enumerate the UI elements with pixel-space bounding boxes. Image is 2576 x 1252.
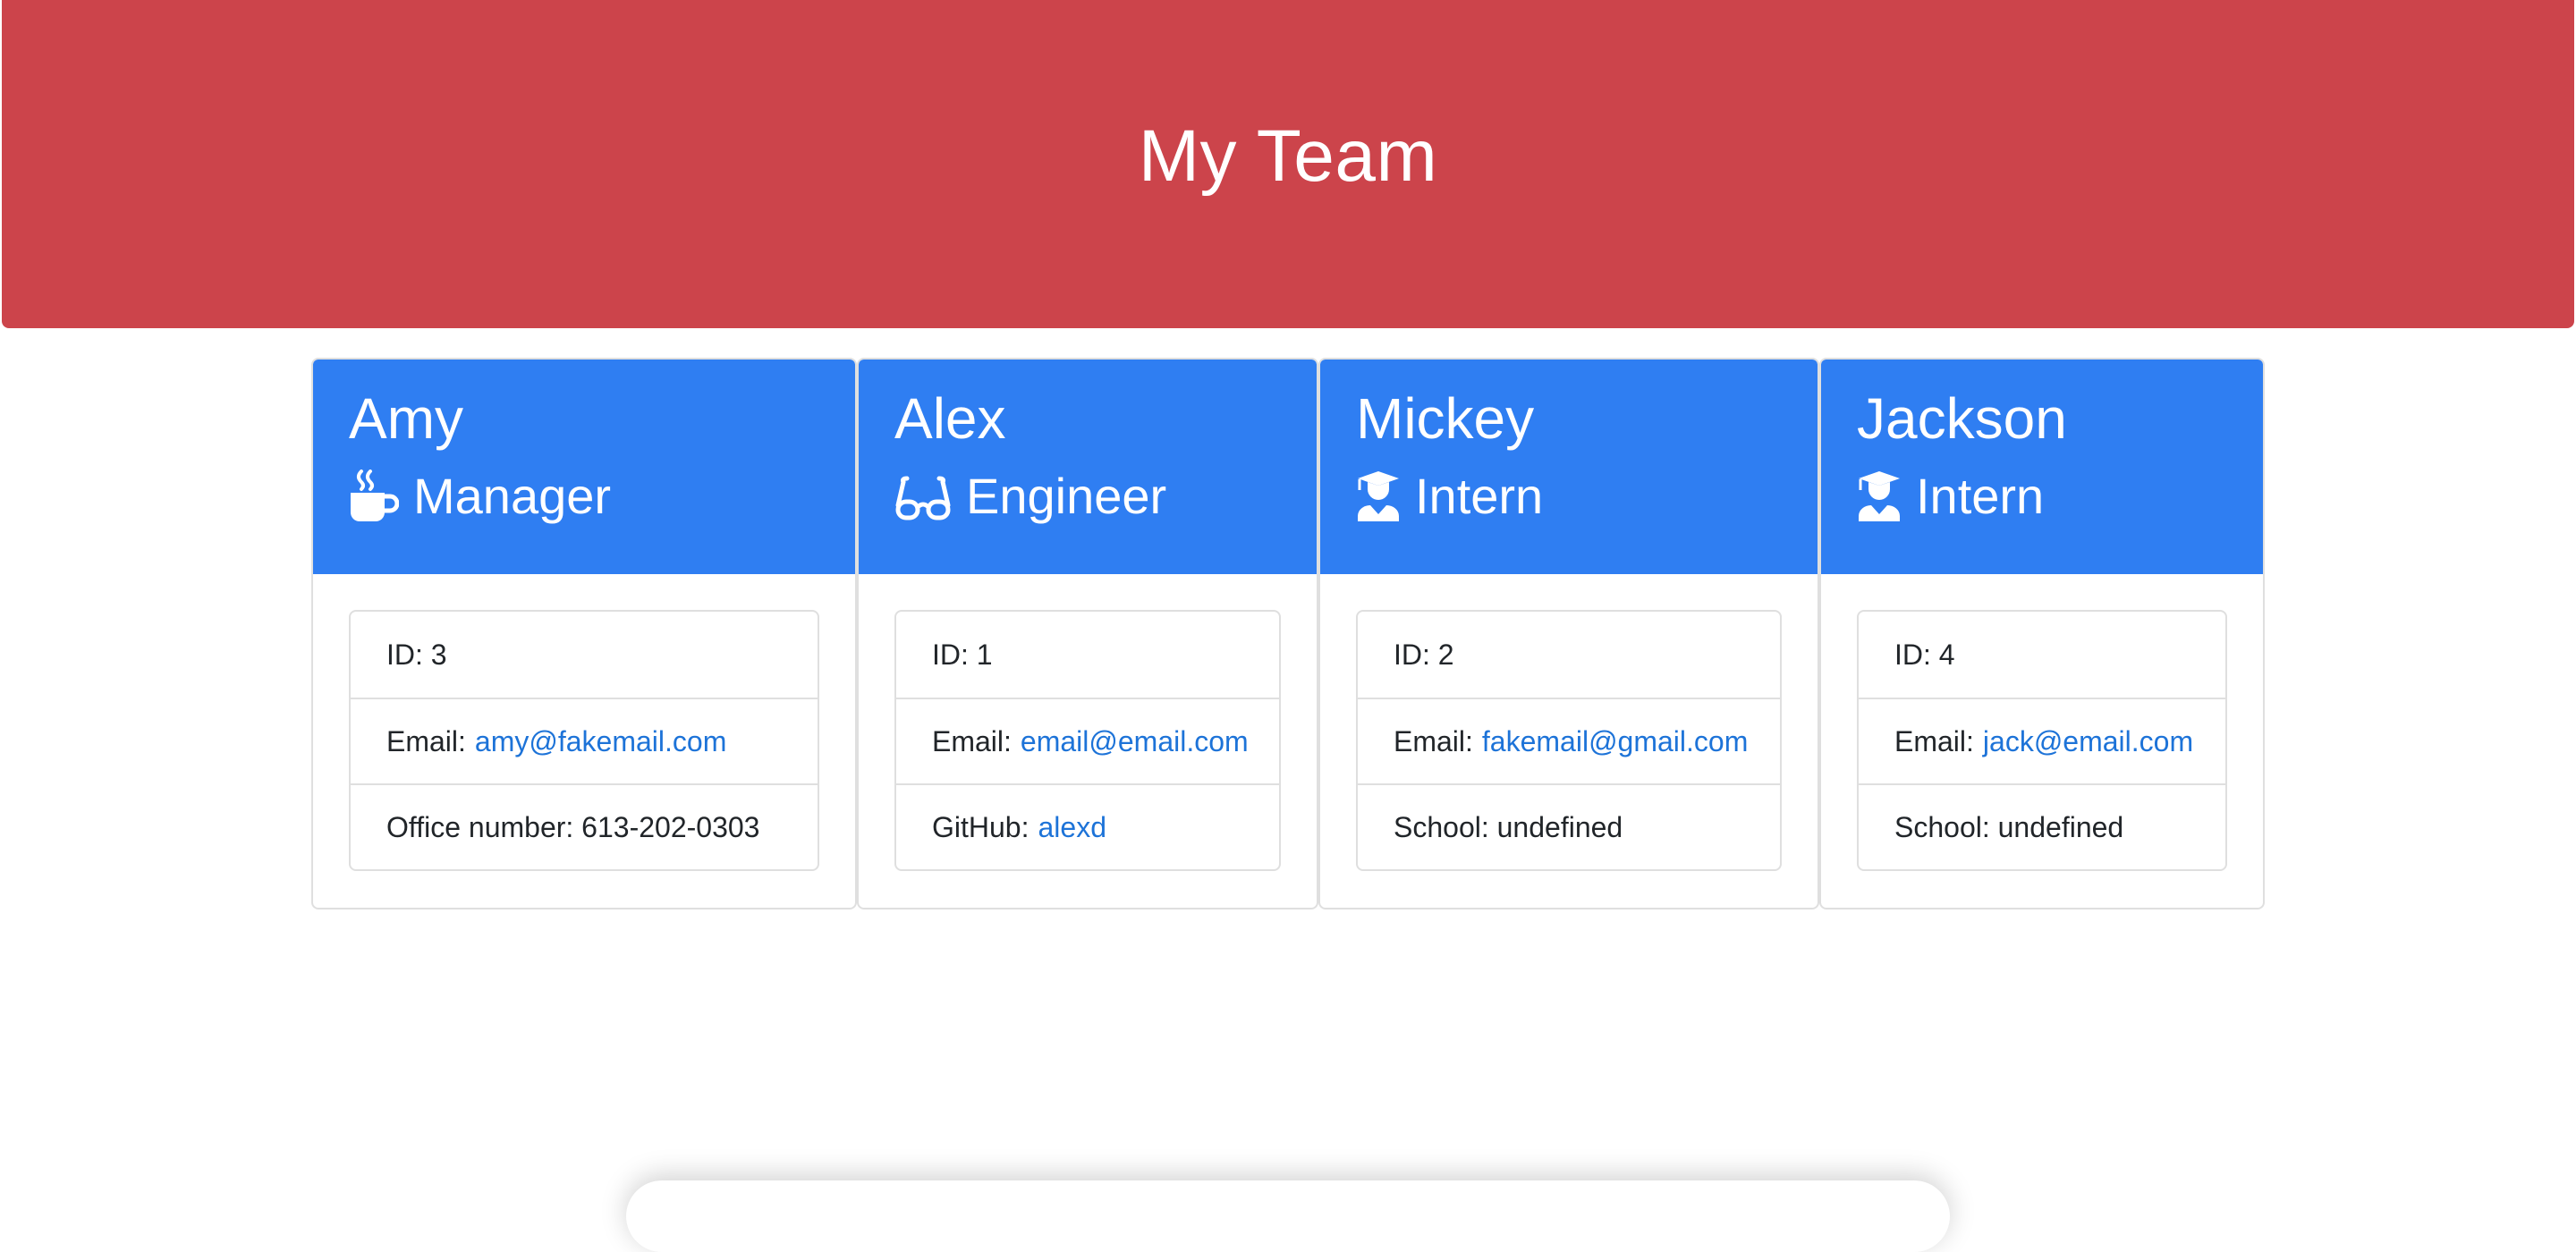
email-link[interactable]: email@email.com [1021, 725, 1249, 758]
card-header: Alex Engineer [859, 360, 1317, 574]
email-link[interactable]: fakemail@gmail.com [1482, 725, 1748, 758]
github-label: GitHub: [932, 810, 1030, 843]
employee-details: ID: 2 Email: fakemail@gmail.com School: … [1356, 610, 1782, 871]
employee-id: ID: 4 [1894, 638, 1955, 671]
office-number: Office number: 613-202-0303 [351, 783, 818, 869]
employee-id: ID: 2 [1394, 638, 1454, 671]
employee-name: Mickey [1356, 386, 1535, 451]
card-header: Mickey Intern [1320, 360, 1818, 574]
card-body: ID: 3 Email: amy@fakemail.com Office num… [313, 574, 855, 907]
employee-name: Jackson [1857, 386, 2067, 451]
glasses-icon [894, 470, 952, 523]
email-label: Email: [1894, 724, 1974, 757]
employee-id: ID: 1 [932, 638, 993, 671]
email-label: Email: [386, 724, 466, 757]
employee-name: Alex [894, 386, 1006, 451]
graduate-icon [1356, 470, 1401, 523]
employee-role-label: Intern [1415, 468, 1544, 524]
card-body: ID: 1 Email: email@email.com GitHub: ale… [859, 574, 1317, 907]
employee-role-label: Manager [413, 468, 612, 524]
card-body: ID: 2 Email: fakemail@gmail.com School: … [1320, 574, 1818, 907]
employee-details: ID: 3 Email: amy@fakemail.com Office num… [349, 610, 819, 871]
employee-card-manager: Amy Manager ID: 3 Email: amy@fakemail.co… [311, 358, 857, 909]
page-title: My Team [1138, 115, 1438, 197]
bottom-shadow-overlay [626, 1180, 1950, 1252]
card-body: ID: 4 Email: jack@email.com School: unde… [1821, 574, 2263, 907]
employee-name: Amy [349, 386, 463, 451]
graduate-icon [1857, 470, 1902, 523]
employee-card-intern: Jackson Intern ID: 4 Email: jack@email.c… [1819, 358, 2265, 909]
employee-role: Engineer [894, 467, 1317, 526]
header-banner: My Team [2, 0, 2574, 328]
employee-role-label: Intern [1916, 468, 2045, 524]
employee-role: Intern [1356, 467, 1818, 526]
mug-icon [349, 470, 399, 523]
employee-role: Intern [1857, 467, 2263, 526]
email-link[interactable]: jack@email.com [1983, 725, 2193, 758]
email-link[interactable]: amy@fakemail.com [475, 725, 726, 758]
email-label: Email: [932, 724, 1012, 757]
employee-email-row: Email: fakemail@gmail.com [1358, 698, 1780, 783]
employee-details: ID: 4 Email: jack@email.com School: unde… [1857, 610, 2227, 871]
school: School: undefined [1859, 783, 2225, 869]
school: School: undefined [1358, 783, 1780, 869]
card-header: Jackson Intern [1821, 360, 2263, 574]
github-link[interactable]: alexd [1038, 811, 1106, 844]
email-label: Email: [1394, 724, 1473, 757]
github-row: GitHub: alexd [896, 783, 1279, 869]
card-header: Amy Manager [313, 360, 855, 574]
employee-details: ID: 1 Email: email@email.com GitHub: ale… [894, 610, 1281, 871]
employee-role-label: Engineer [966, 468, 1167, 524]
employee-id: ID: 3 [386, 638, 447, 671]
employee-card-engineer: Alex Engineer ID: 1 Email: email@email.c… [857, 358, 1318, 909]
employee-card-intern: Mickey Intern ID: 2 Email: fakemail@gmai… [1318, 358, 1819, 909]
employee-email-row: Email: jack@email.com [1859, 698, 2225, 783]
employee-role: Manager [349, 467, 855, 526]
employee-email-row: Email: email@email.com [896, 698, 1279, 783]
employee-email-row: Email: amy@fakemail.com [351, 698, 818, 783]
